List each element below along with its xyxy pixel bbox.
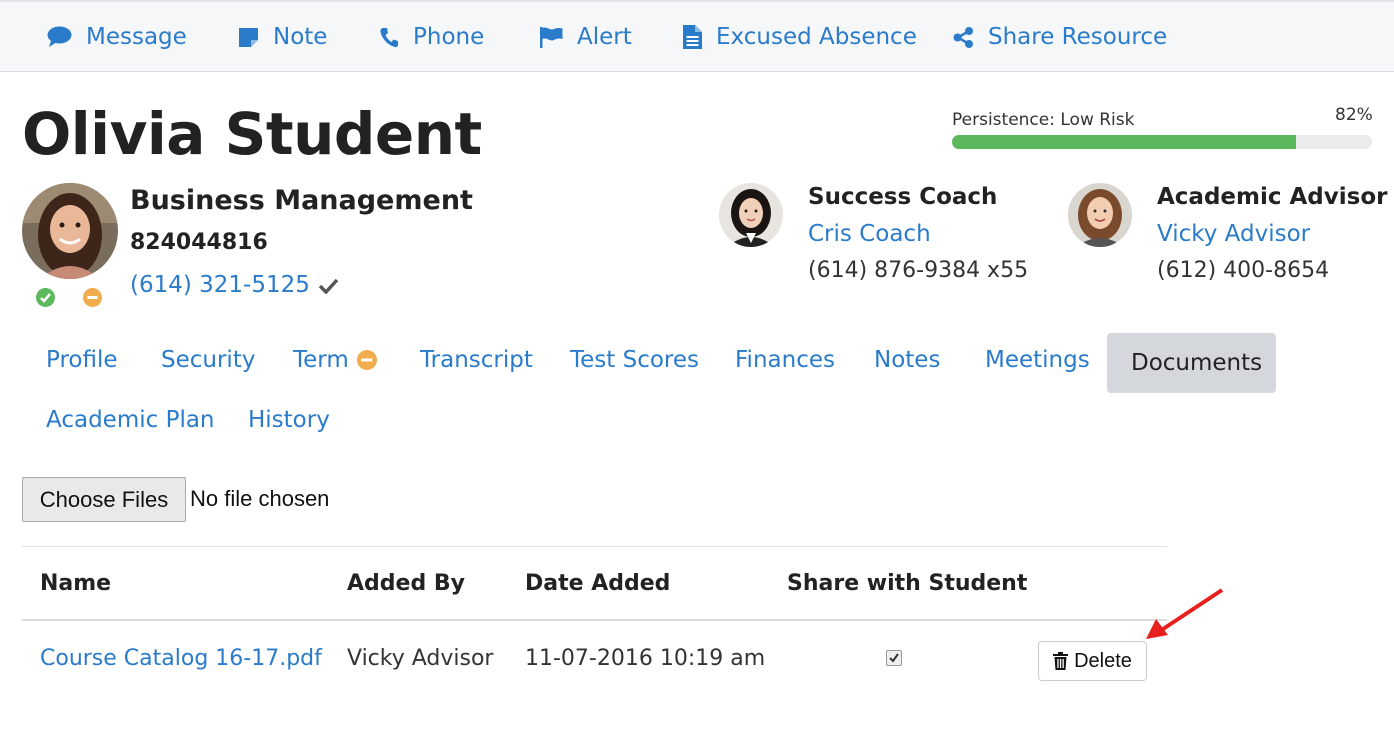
message-icon: [47, 26, 72, 47]
checkmark-icon: [889, 653, 899, 663]
tab-security[interactable]: Security: [137, 335, 279, 385]
note-icon: [239, 27, 258, 47]
message-label: Message: [86, 24, 187, 50]
excused-absence-label: Excused Absence: [716, 24, 917, 50]
column-header-added-by: Added By: [347, 571, 465, 596]
minus-circle-icon: [356, 350, 377, 370]
tab-finances[interactable]: Finances: [711, 335, 859, 385]
tab-notes[interactable]: Notes: [850, 335, 964, 385]
advisor-avatar: [1068, 183, 1132, 247]
persistence-label: Persistence: Low Risk: [952, 110, 1135, 130]
advisor-role: Academic Advisor: [1157, 184, 1388, 210]
tab-term-label: Term: [293, 347, 349, 373]
share-with-student-checkbox[interactable]: [886, 650, 902, 666]
delete-button[interactable]: Delete: [1038, 641, 1147, 681]
student-name: Olivia Student: [22, 100, 482, 168]
document-name-link[interactable]: Course Catalog 16-17.pdf: [40, 646, 322, 671]
alert-action[interactable]: Alert: [540, 24, 632, 50]
note-label: Note: [273, 24, 328, 50]
file-status: No file chosen: [190, 486, 330, 511]
message-action[interactable]: Message: [47, 24, 187, 50]
trash-icon: [1053, 652, 1069, 670]
column-header-name: Name: [40, 571, 112, 596]
choose-files-button[interactable]: Choose Files: [22, 477, 186, 522]
advisor-name-link[interactable]: Vicky Advisor: [1157, 221, 1310, 247]
check-status-icon: [36, 288, 55, 307]
persistence-progress-bar: [952, 135, 1372, 149]
delete-label: Delete: [1074, 649, 1132, 672]
student-phone[interactable]: (614) 321-5125: [130, 272, 339, 298]
student-program: Business Management: [130, 185, 473, 216]
coach-avatar: [719, 183, 783, 247]
student-avatar: [22, 183, 118, 279]
coach-name-link[interactable]: Cris Coach: [808, 221, 931, 247]
tab-transcript[interactable]: Transcript: [396, 335, 557, 385]
tab-documents[interactable]: Documents: [1107, 333, 1276, 393]
note-action[interactable]: Note: [238, 24, 327, 50]
column-header-share: Share with Student: [787, 571, 1028, 596]
tab-academic-plan[interactable]: Academic Plan: [22, 395, 239, 445]
annotation-arrow-icon: [1146, 588, 1224, 639]
action-toolbar: Message Note Phone Alert Excused Absence…: [0, 0, 1394, 72]
excused-absence-action[interactable]: Excused Absence: [683, 24, 917, 50]
divider: [22, 546, 1167, 547]
document-date-added: 11-07-2016 10:19 am: [525, 646, 766, 671]
column-header-date-added: Date Added: [525, 571, 671, 596]
coach-phone: (614) 876-9384 x55: [808, 258, 1029, 283]
table-header-divider: [22, 619, 1167, 621]
alert-label: Alert: [577, 24, 632, 50]
tab-meetings[interactable]: Meetings: [961, 335, 1114, 385]
tab-profile[interactable]: Profile: [22, 335, 142, 385]
persistence-percent: 82%: [1335, 105, 1373, 125]
tab-term[interactable]: Term: [269, 335, 401, 385]
document-added-by: Vicky Advisor: [347, 646, 494, 671]
advisor-phone: (612) 400-8654: [1157, 258, 1330, 283]
persistence-progress-fill: [952, 135, 1297, 149]
phone-label: Phone: [413, 24, 485, 50]
minus-status-icon: [83, 288, 102, 307]
share-resource-action[interactable]: Share Resource: [953, 24, 1167, 50]
flag-icon: [540, 26, 563, 48]
phone-icon: [380, 27, 398, 47]
tab-history[interactable]: History: [224, 395, 354, 445]
tab-test-scores[interactable]: Test Scores: [546, 335, 723, 385]
student-phone-text: (614) 321-5125: [130, 272, 310, 298]
phone-action[interactable]: Phone: [380, 24, 484, 50]
share-resource-label: Share Resource: [988, 24, 1168, 50]
coach-role: Success Coach: [808, 184, 998, 210]
checkmark-icon: [318, 278, 339, 294]
student-id: 824044816: [130, 230, 268, 255]
share-icon: [953, 26, 973, 48]
document-icon: [683, 25, 702, 49]
